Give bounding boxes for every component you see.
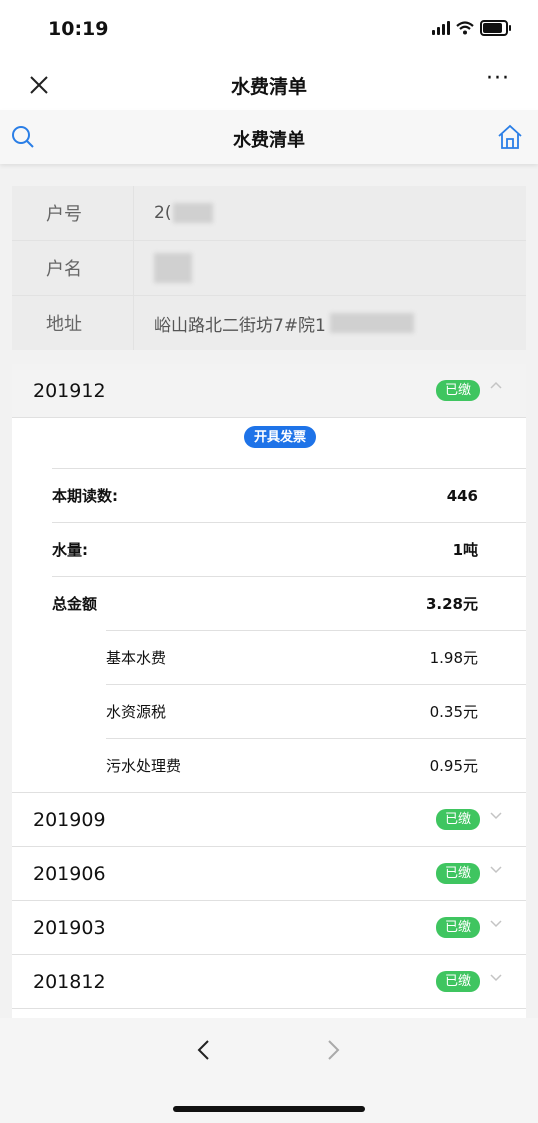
chevron-left-icon[interactable]: [193, 1038, 217, 1062]
period-label: 201903: [33, 916, 106, 939]
status-badge: 已缴: [435, 971, 480, 992]
detail-row: 水量: 1吨: [52, 522, 526, 576]
detail-row: 总金额 3.28元: [52, 576, 526, 630]
info-value: 峪山路北二街坊7#院1: [134, 296, 526, 350]
period-label: 201906: [33, 862, 106, 885]
period-header[interactable]: 201906 已缴: [12, 847, 526, 901]
info-label: 户名: [12, 241, 134, 295]
detail-value: 1吨: [452, 541, 478, 559]
detail-value: 3.28元: [425, 595, 478, 613]
account-number-row: 户号 2(: [12, 186, 526, 241]
period-label: 201909: [33, 808, 106, 831]
redacted-block: [154, 253, 192, 283]
status-icons: [432, 20, 511, 36]
chevron-down-icon: [490, 812, 502, 820]
period-label: 201912: [33, 379, 106, 402]
subdetail-row: 水资源税 0.35元: [106, 684, 526, 738]
account-name-row: 户名: [12, 241, 526, 296]
info-value: [134, 241, 526, 295]
issue-invoice-button[interactable]: 开具发票: [244, 426, 317, 448]
period-header[interactable]: 201909 已缴: [12, 793, 526, 847]
info-label: 地址: [12, 296, 134, 350]
chevron-down-icon: [490, 866, 502, 874]
info-value: 2(: [134, 186, 526, 240]
subdetail-row: 基本水费 1.98元: [106, 630, 526, 684]
bill-list: 201912 已缴 开具发票 本期读数: 446 水量: 1吨 总金额 3.28…: [12, 364, 526, 1018]
detail-value: 446: [446, 486, 478, 505]
detail-row: 本期读数: 446: [52, 468, 526, 522]
subdetail-value: 0.35元: [429, 703, 478, 721]
account-info: 户号 2( 户名 地址 峪山路北二街坊7#院1: [12, 186, 526, 350]
status-bar: 10:19: [0, 0, 538, 60]
battery-icon: [480, 20, 511, 36]
subdetail-label: 污水处理费: [106, 757, 182, 775]
nav-bar: 水费清单 ···: [0, 60, 538, 110]
period-header-expanded[interactable]: 201912 已缴: [12, 364, 526, 418]
detail-label: 本期读数:: [52, 487, 118, 505]
invoice-row: 开具发票: [12, 418, 526, 468]
account-number: 2(: [154, 203, 172, 223]
info-label: 户号: [12, 186, 134, 240]
subdetail-label: 基本水费: [106, 649, 167, 667]
status-time: 10:19: [48, 18, 109, 40]
period-label: 201812: [33, 970, 106, 993]
chevron-right-icon[interactable]: [320, 1038, 344, 1062]
page-title: 水费清单: [233, 130, 305, 151]
more-button[interactable]: ···: [486, 66, 510, 91]
period-header[interactable]: 201903 已缴: [12, 901, 526, 955]
redacted-block: [173, 203, 214, 223]
home-indicator[interactable]: [173, 1106, 365, 1112]
detail-label: 总金额: [52, 595, 98, 613]
detail-label: 水量:: [52, 541, 88, 559]
bottom-toolbar: [0, 1018, 538, 1123]
redacted-block: [329, 313, 414, 333]
status-badge: 已缴: [435, 917, 480, 938]
status-badge: 已缴: [435, 863, 480, 884]
nav-title: 水费清单: [230, 76, 307, 98]
chevron-up-icon: [490, 381, 502, 389]
home-icon[interactable]: [496, 123, 524, 151]
status-badge: 已缴: [435, 380, 480, 401]
subdetail-value: 1.98元: [429, 649, 478, 667]
status-badge: 已缴: [435, 809, 480, 830]
period-header[interactable]: 201812 已缴: [12, 955, 526, 1009]
address-row: 地址 峪山路北二街坊7#院1: [12, 296, 526, 350]
address-value: 峪山路北二街坊7#院1: [154, 315, 326, 336]
chevron-down-icon: [490, 920, 502, 928]
signal-icon: [432, 21, 450, 35]
subdetail-row: 污水处理费 0.95元: [106, 738, 526, 792]
page-header: 水费清单: [0, 110, 538, 164]
wifi-icon: [456, 21, 474, 35]
subdetail-label: 水资源税: [106, 703, 167, 721]
subdetail-value: 0.95元: [429, 757, 478, 775]
chevron-down-icon: [490, 974, 502, 982]
